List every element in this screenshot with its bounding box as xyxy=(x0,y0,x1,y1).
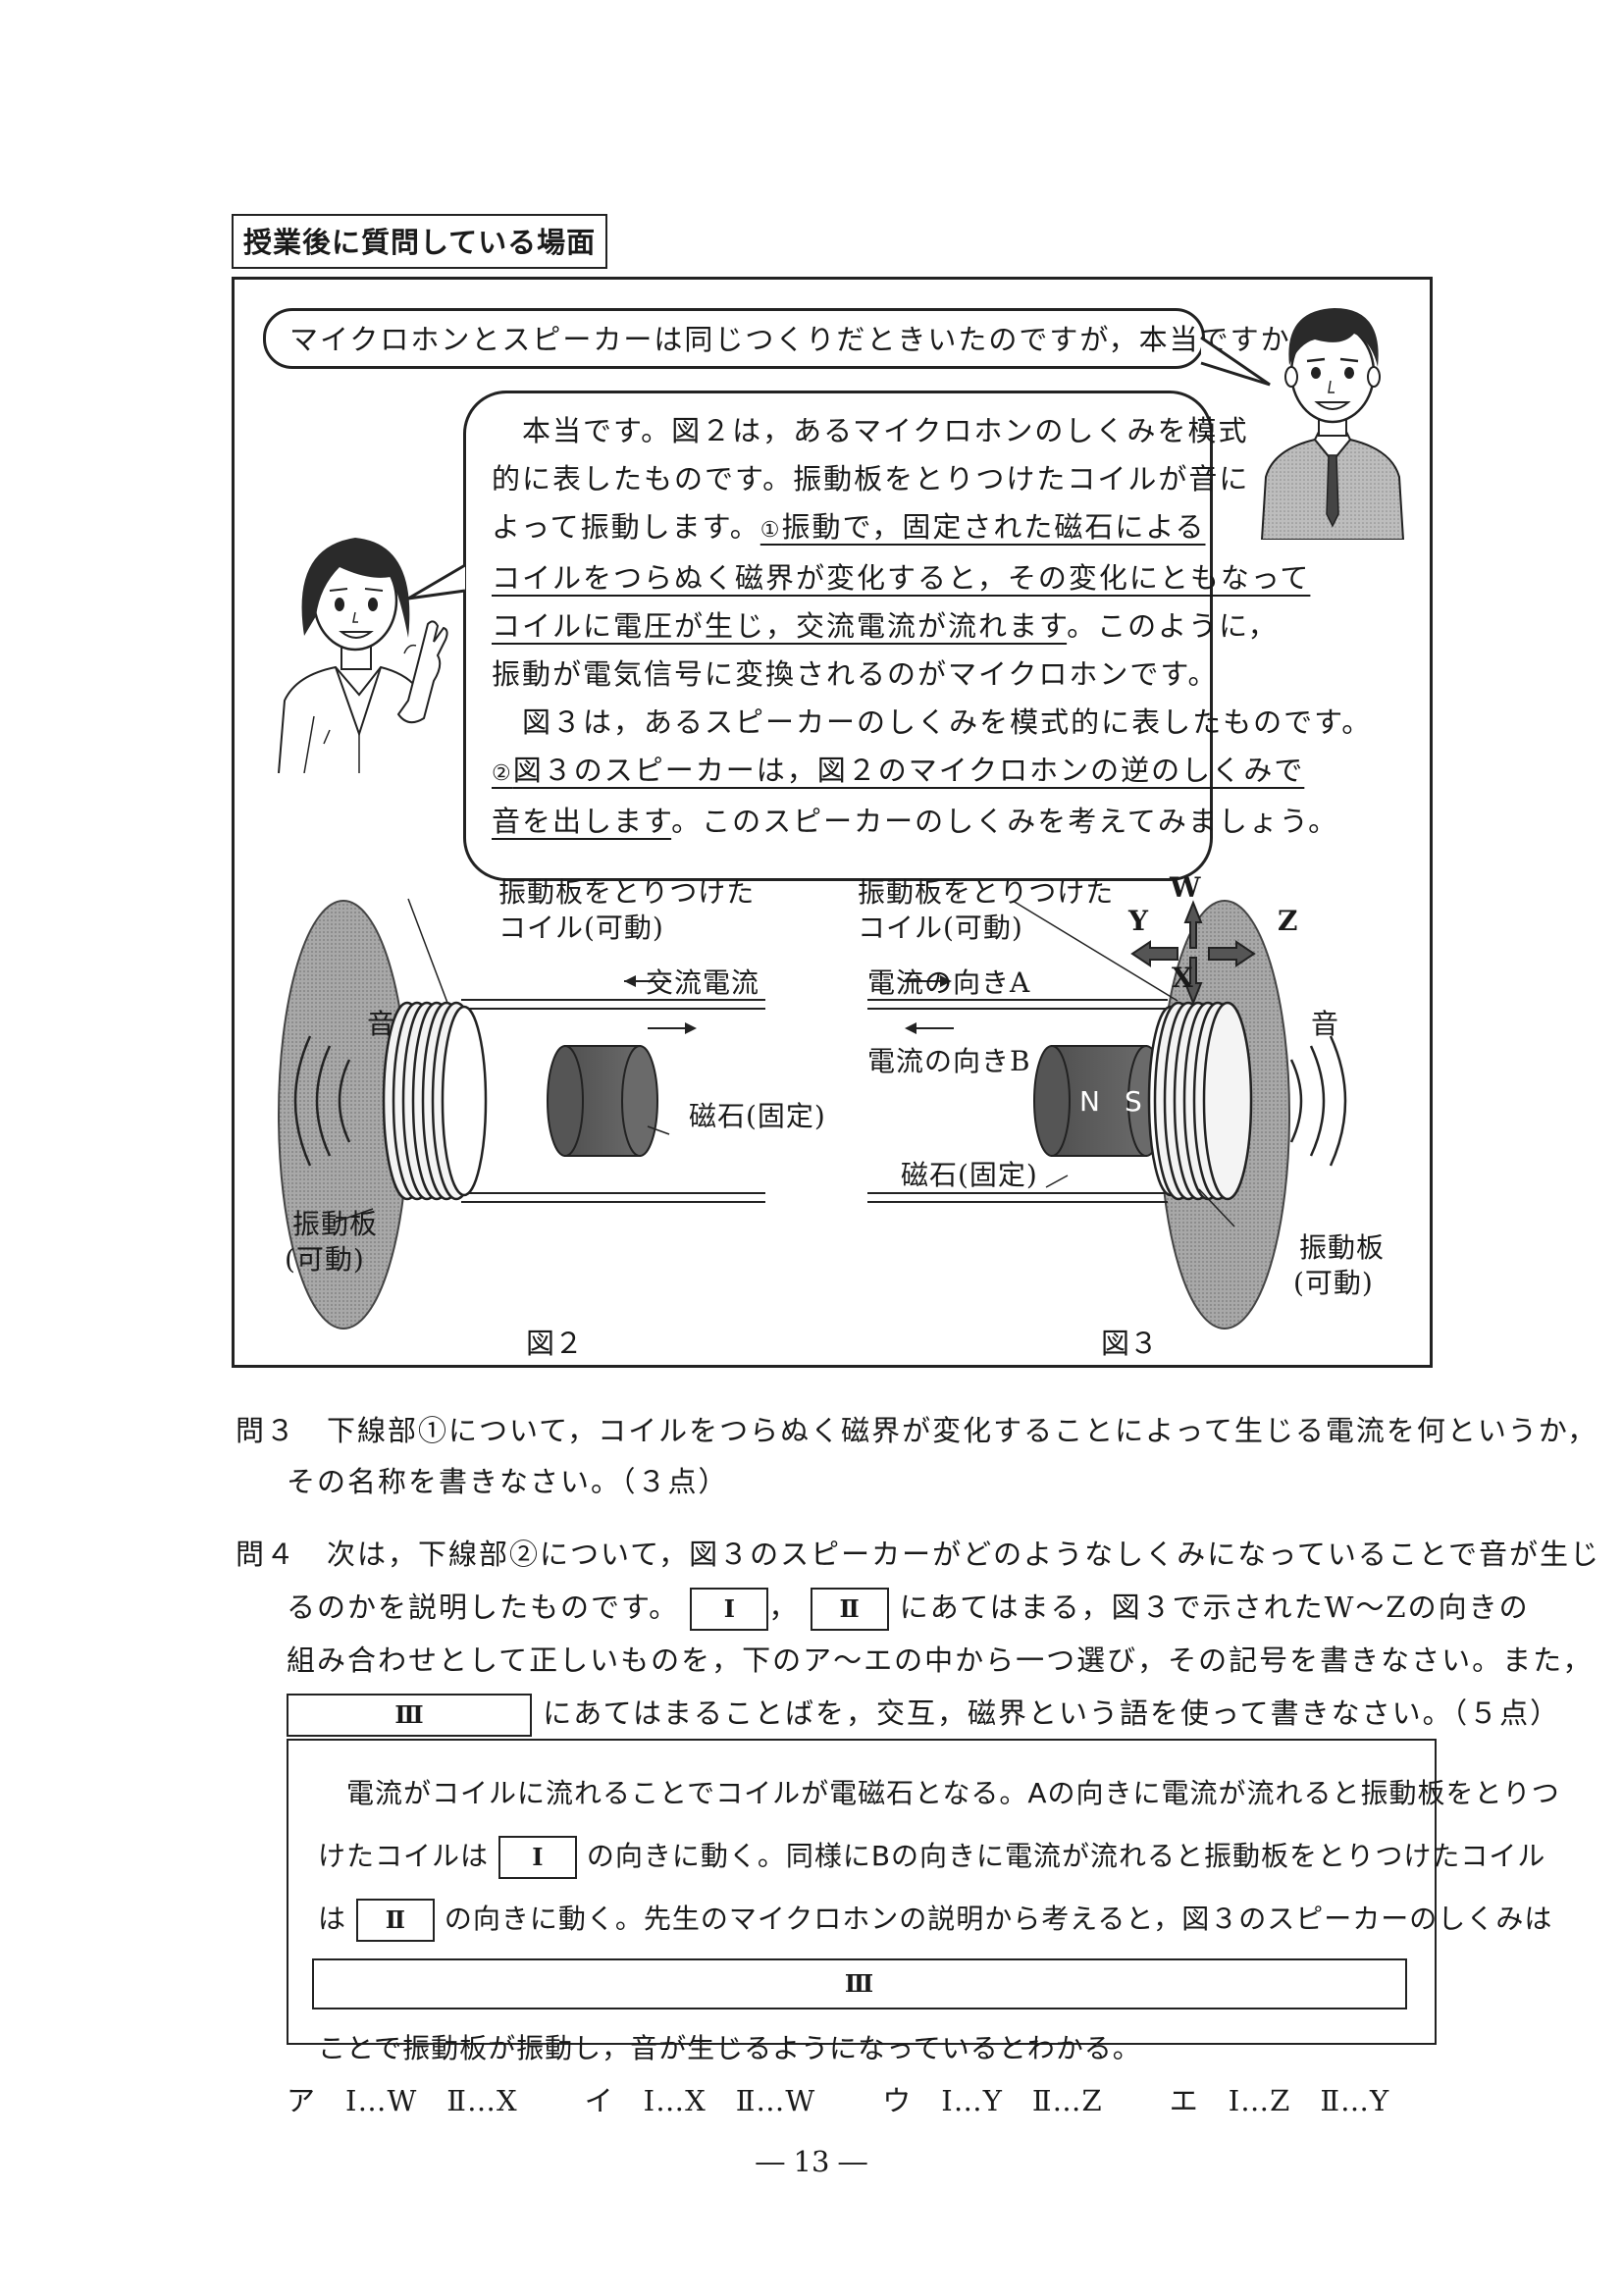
question-3-number: 問３ xyxy=(236,1414,297,1447)
explanation-blank-1: Ⅰ xyxy=(497,1836,577,1879)
teacher-line-3a: よって振動します。 xyxy=(492,510,760,544)
fig3-plate-label-1: 振動板 xyxy=(1299,1231,1386,1264)
underline-1-start: ①振動で，固定された磁石による xyxy=(760,510,1206,544)
blank-box-3: Ⅲ xyxy=(287,1694,532,1737)
fig3-sound-label: 音 xyxy=(1311,1008,1340,1040)
coil-windings xyxy=(1147,1001,1253,1201)
choice-u: ウ Ⅰ…Y Ⅱ…Z xyxy=(882,2084,1103,2117)
fig2-magnet-label: 磁石(固定) xyxy=(689,1100,826,1132)
teacher-line-7: 図３は，あるスピーカーのしくみを模式的に表したものです。 xyxy=(522,705,1373,739)
fig3-caption: 図３ xyxy=(1101,1327,1159,1360)
fig3-coil-label-1: 振動板をとりつけた xyxy=(858,876,1115,909)
blank-box-2: Ⅱ xyxy=(810,1588,889,1631)
teacher-line-4: コイルをつらぬく磁界が変化すると，その変化にともなって xyxy=(492,561,1311,595)
choice-a: ア Ⅰ…W Ⅱ…X xyxy=(287,2084,518,2117)
question-4-line-4-text: にあてはまることばを，交互，磁界という語を使って書きなさい。（５点） xyxy=(543,1696,1561,1730)
explanation-line-1: 電流がコイルに流れることでコイルが電磁石となる。Aの向きに電流が流れると振動板を… xyxy=(346,1777,1560,1809)
fig2-plate-label-1: 振動板 xyxy=(292,1208,379,1240)
fig3-plate-label-2: (可動) xyxy=(1293,1267,1374,1299)
sound-waves xyxy=(1289,1035,1347,1167)
student-illustration xyxy=(1260,308,1405,540)
teacher-illustration xyxy=(278,538,448,773)
teacher-line-2: 的に表したものです。振動板をとりつけたコイルが音に xyxy=(492,462,1250,496)
answer-choices: ア Ⅰ…W Ⅱ…X イ Ⅰ…X Ⅱ…W ウ Ⅰ…Y Ⅱ…Z エ Ⅰ…Z Ⅱ…Y xyxy=(287,2078,1389,2119)
fig3-dir-a-label: 電流の向きA xyxy=(867,966,1031,999)
fig2-caption: 図２ xyxy=(526,1327,584,1360)
fig3-s-pole: S xyxy=(1125,1085,1143,1118)
circle-marker-2: ② xyxy=(492,761,513,786)
fig2-sound-label: 音 xyxy=(367,1008,396,1040)
teacher-line-9b: 。このスピーカーのしくみを考えてみましょう。 xyxy=(671,805,1339,838)
question-3: 問３ 下線部①について，コイルをつらぬく磁界が変化することによって生じる電流を何… xyxy=(236,1403,1597,1458)
question-4-line-2: るのかを説明したものです。 Ⅰ， Ⅱ にあてはまる，図３で示されたW～Zの向きの xyxy=(287,1580,1530,1635)
teacher-line-5-underlined: コイルに電圧が生じ，交流電流が流れます xyxy=(492,609,1068,643)
student-question-bubble: マイクロホンとスピーカーは同じつくりだときいたのですが，本当ですか。 xyxy=(263,308,1319,369)
explanation-line-3b: の向きに動く。先生のマイクロホンの説明から考えると，図３のスピーカーのしくみは xyxy=(444,1903,1553,1935)
fig3-dir-b-label: 電流の向きB xyxy=(867,1045,1031,1077)
fig2-coil-label-1: 振動板をとりつけた xyxy=(498,876,756,909)
fig3-magnet-label: 磁石(固定) xyxy=(901,1159,1038,1191)
explanation-line-2a: けたコイルは xyxy=(318,1840,490,1872)
coil-windings xyxy=(382,1001,488,1201)
fig3-x-label: X xyxy=(1172,962,1194,994)
choice-e: エ Ⅰ…Z Ⅱ…Y xyxy=(1169,2084,1390,2117)
teacher-explanation-bubble: 本当です。図２は，あるマイクロホンのしくみを模式 的に表したものです。振動板をと… xyxy=(463,391,1370,881)
question-4-line-4: Ⅲ にあてはまることばを，交互，磁界という語を使って書きなさい。（５点） xyxy=(287,1686,1560,1741)
teacher-line-5b: 。このように， xyxy=(1067,609,1279,643)
question-3-line-1: 下線部①について，コイルをつらぬく磁界が変化することによって生じる電流を何という… xyxy=(327,1414,1598,1447)
explanation-blank-2: Ⅱ xyxy=(355,1899,435,1942)
explanation-box: 電流がコイルに流れることでコイルが電磁石となる。Aの向きに電流が流れると振動板を… xyxy=(287,1739,1559,2064)
explanation-line-4: ことで振動板が振動し，音が生じるようになっているとわかる。 xyxy=(318,2032,1141,2064)
fig3-n-pole: N xyxy=(1079,1085,1101,1118)
page-number: ― 13 ― xyxy=(756,2145,867,2178)
comma: ， xyxy=(768,1591,800,1624)
explanation-line-2b: の向きに動く。同様にBの向きに電流が流れると振動板をとりつけたコイル xyxy=(586,1840,1546,1872)
scene-title: 授業後に質問している場面 xyxy=(232,214,608,269)
question-3-line-2: その名称を書きなさい。（３点） xyxy=(287,1465,729,1498)
teacher-line-9-underlined: 音を出します xyxy=(492,805,672,838)
blank-box-1: Ⅰ xyxy=(690,1588,769,1631)
teacher-line-1: 本当です。図２は，あるマイクロホンのしくみを模式 xyxy=(522,414,1249,447)
question-4-number: 問４ xyxy=(236,1538,297,1571)
fig3-z-label: Z xyxy=(1278,905,1299,937)
question-4-line-1: 次は，下線部②について，図３のスピーカーがどのようなしくみになっていることで音が… xyxy=(327,1538,1600,1571)
question-4-line-2a: るのかを説明したものです。 xyxy=(287,1591,680,1624)
fig2-plate-label-2: (可動) xyxy=(285,1243,365,1276)
fig3-w-label: W xyxy=(1170,871,1202,904)
fig2-coil-label-2: コイル(可動) xyxy=(498,912,664,944)
choice-i: イ Ⅰ…X Ⅱ…W xyxy=(584,2084,816,2117)
circle-marker-1: ① xyxy=(759,518,782,543)
explanation-line-3a: は xyxy=(318,1903,347,1935)
teacher-line-3b: 振動で，固定された磁石による xyxy=(781,510,1206,544)
fig3-coil-label-2: コイル(可動) xyxy=(858,912,1023,944)
teacher-line-8: 図３のスピーカーは，図２のマイクロホンの逆のしくみで xyxy=(512,754,1305,787)
explanation-blank-3: Ⅲ xyxy=(312,1958,1407,2009)
question-4-line-2b: にあてはまる，図３で示されたW～Zの向きの xyxy=(899,1591,1530,1624)
magnet-fixed xyxy=(547,1045,658,1157)
question-4-line-3: 組み合わせとして正しいものを，下のア～エの中から一つ選び，その記号を書きなさい。… xyxy=(287,1644,1594,1677)
fig2-ac-label: 交流電流 xyxy=(646,966,760,999)
question-4: 問４ 次は，下線部②について，図３のスピーカーがどのようなしくみになっていること… xyxy=(236,1527,1600,1582)
teacher-line-6: 振動が電気信号に変換されるのがマイクロホンです。 xyxy=(492,657,1219,691)
fig3-y-label: Y xyxy=(1128,905,1149,937)
